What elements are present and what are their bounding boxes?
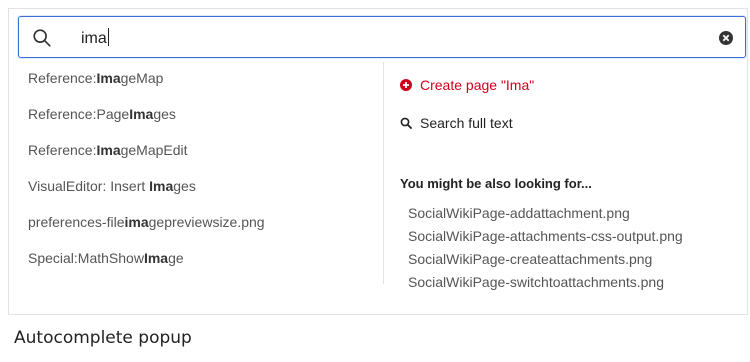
- search-full-text-label: Search full text: [420, 115, 513, 131]
- suggestion-suffix: geMapEdit: [120, 142, 188, 158]
- suggestion-prefix: Reference:Page: [28, 106, 130, 122]
- suggestion-item[interactable]: Reference:PageImages: [28, 106, 373, 142]
- suggestion-item[interactable]: Special:MathShowImage: [28, 250, 373, 286]
- suggestion-suffix: ges: [153, 106, 176, 122]
- also-item[interactable]: SocialWikiPage-attachments-css-output.pn…: [408, 227, 740, 250]
- suggestion-item[interactable]: VisualEditor: Insert Images: [28, 178, 373, 214]
- suggestion-item[interactable]: Reference:ImageMap: [28, 70, 373, 106]
- suggestion-prefix: preferences-file: [28, 214, 125, 230]
- suggestion-item[interactable]: preferences-fileimagepreviewsize.png: [28, 214, 373, 250]
- suggestion-match: Ima: [96, 142, 121, 158]
- suggestion-suffix: ge: [168, 250, 184, 266]
- suggestion-prefix: VisualEditor: Insert: [28, 178, 150, 194]
- suggestion-item[interactable]: Reference:ImageMapEdit: [28, 142, 373, 178]
- suggestion-suffix: gepreviewsize.png: [148, 214, 265, 230]
- also-item[interactable]: SocialWikiPage-createattachments.png: [408, 250, 740, 273]
- search-input[interactable]: ima: [18, 16, 746, 58]
- suggestion-suffix: ges: [173, 178, 196, 194]
- suggestion-prefix: Reference:: [28, 142, 97, 158]
- suggestion-match: Ima: [129, 106, 154, 122]
- plus-circle-icon: [400, 79, 412, 91]
- actions-pane: Create page "Ima" Search full text You m…: [400, 76, 740, 296]
- suggestion-match: Ima: [143, 250, 169, 266]
- clear-icon[interactable]: [719, 31, 733, 45]
- search-small-icon: [400, 117, 412, 129]
- pane-divider: [383, 62, 384, 284]
- suggestion-suffix: geMap: [120, 70, 164, 86]
- also-looking-heading: You might be also looking for...: [400, 176, 592, 191]
- caption: Autocomplete popup: [14, 328, 192, 348]
- suggestion-match: Ima: [96, 70, 121, 86]
- search-full-text-link[interactable]: Search full text: [400, 114, 740, 132]
- suggestion-prefix: Special:MathShow: [28, 250, 144, 266]
- suggestion-match: ima: [124, 214, 149, 230]
- search-icon: [33, 29, 51, 47]
- search-input-value: ima: [81, 28, 109, 47]
- also-item[interactable]: SocialWikiPage-switchtoattachments.png: [408, 273, 740, 296]
- suggestion-match: Ima: [149, 178, 174, 194]
- also-item[interactable]: SocialWikiPage-addattachment.png: [408, 204, 740, 227]
- suggestion-list: Reference:ImageMap Reference:PageImages Re…: [28, 70, 373, 286]
- suggestion-prefix: Reference:: [28, 70, 97, 86]
- text-caret: [107, 28, 109, 46]
- create-page-label: Create page "Ima": [420, 77, 535, 93]
- create-page-link[interactable]: Create page "Ima": [400, 76, 740, 94]
- also-looking-list: SocialWikiPage-addattachment.png SocialWi…: [400, 204, 740, 296]
